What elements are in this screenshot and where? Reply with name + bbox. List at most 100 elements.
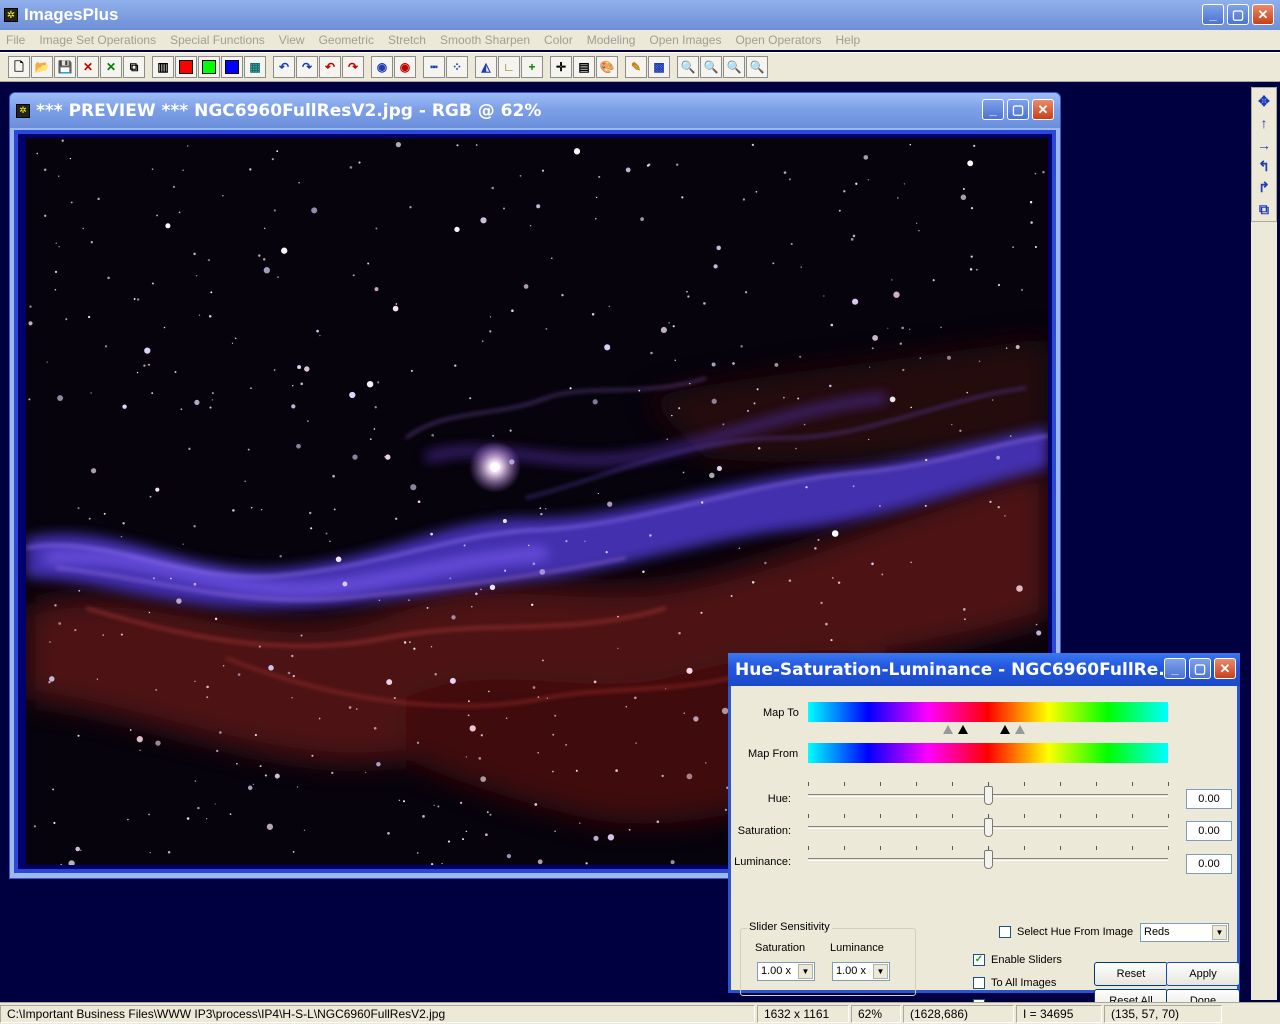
hue-range-select[interactable]: Reds ▼ [1140, 923, 1229, 942]
star [409, 206, 412, 209]
star [231, 342, 234, 344]
histogram-icon[interactable]: ◭ [475, 56, 497, 78]
maximize-icon[interactable]: ▢ [1227, 4, 1249, 25]
star [506, 853, 512, 859]
luminance-slider[interactable] [808, 846, 1169, 872]
menu-open-images[interactable]: Open Images [649, 33, 721, 47]
hue-slider[interactable] [808, 782, 1169, 808]
menu-color[interactable]: Color [544, 33, 573, 47]
close-red-icon[interactable]: ✕ [77, 56, 99, 78]
star [176, 598, 182, 604]
maximize-icon[interactable]: ▢ [1007, 99, 1029, 120]
saturation-slider[interactable] [808, 814, 1169, 840]
chevron-down-icon[interactable]: ▼ [873, 964, 888, 979]
preview-titlebar[interactable]: ✲ *** PREVIEW *** NGC6960FullResV2.jpg -… [10, 93, 1060, 128]
menu-open-operators[interactable]: Open Operators [735, 33, 821, 47]
hue-value[interactable]: 0.00 [1186, 789, 1232, 809]
new-icon[interactable]: 🗋 [8, 56, 30, 78]
close-icon[interactable]: ✕ [1032, 99, 1054, 120]
dots-icon[interactable]: ┅ [423, 56, 445, 78]
luminance-sensitivity-select[interactable]: 1.00 x ▼ [832, 962, 890, 981]
calculator-icon[interactable]: ▤ [573, 56, 595, 78]
move-icon[interactable]: ✥ [1254, 92, 1274, 112]
star [197, 806, 200, 810]
saturation-value[interactable]: 0.00 [1186, 821, 1232, 841]
minimize-icon[interactable]: _ [1202, 4, 1224, 25]
hsl-titlebar[interactable]: Hue-Saturation-Luminance - NGC6960FullRe… [728, 653, 1240, 686]
star [88, 517, 91, 520]
blue-channel-swatch [225, 60, 239, 74]
palette-icon[interactable]: 🎨 [596, 56, 618, 78]
green-channel-icon[interactable] [198, 56, 220, 78]
crosshair-icon[interactable]: ✛ [550, 56, 572, 78]
rgb-channels-icon[interactable]: ▥ [152, 56, 174, 78]
redo-icon[interactable]: ↷ [296, 56, 318, 78]
slider-thumb[interactable] [984, 818, 993, 837]
add-icon[interactable]: + [521, 56, 543, 78]
star [545, 327, 548, 330]
menu-geometric[interactable]: Geometric [319, 33, 374, 47]
rotate-right-icon[interactable]: ↱ [1254, 178, 1274, 198]
save-icon[interactable]: 💾 [54, 56, 76, 78]
mask-red-icon[interactable]: ◉ [394, 56, 416, 78]
star [640, 217, 644, 221]
close-icon[interactable]: ✕ [1252, 4, 1274, 25]
to-all-images-checkbox[interactable] [973, 977, 985, 989]
luminance-value[interactable]: 0.00 [1186, 854, 1232, 874]
open-icon[interactable]: 📂 [31, 56, 53, 78]
menu-stretch[interactable]: Stretch [388, 33, 426, 47]
menu-smooth-sharpen[interactable]: Smooth Sharpen [440, 33, 530, 47]
menu-file[interactable]: File [6, 33, 25, 47]
zoom-fit-icon[interactable]: 🔍 [723, 56, 745, 78]
star [196, 275, 198, 277]
range-marker-outer-right[interactable] [1015, 725, 1025, 734]
range-marker-outer-left[interactable] [943, 725, 953, 734]
map-to-spectrum[interactable] [808, 702, 1168, 722]
copy-icon[interactable]: ⧉ [123, 56, 145, 78]
select-hue-checkbox[interactable] [999, 926, 1011, 938]
maximize-icon[interactable]: ▢ [1189, 658, 1211, 679]
table-icon[interactable]: ▩ [648, 56, 670, 78]
undo-icon[interactable]: ↶ [273, 56, 295, 78]
zoom-actual-icon[interactable]: 🔍 [746, 56, 768, 78]
star [489, 813, 492, 816]
enable-sliders-checkbox[interactable]: ✓ [973, 954, 985, 966]
undo-all-icon[interactable]: ↶ [319, 56, 341, 78]
apply-button[interactable]: Apply [1166, 962, 1240, 986]
zoom-out-icon[interactable]: 🔍 [700, 56, 722, 78]
sensitivity-saturation-label: Saturation [755, 942, 806, 954]
blue-channel-icon[interactable] [221, 56, 243, 78]
copy-window-icon[interactable]: ⧉ [1254, 200, 1274, 220]
chevron-down-icon[interactable]: ▼ [798, 964, 813, 979]
arrow-right-icon[interactable]: → [1254, 135, 1274, 155]
menu-view[interactable]: View [279, 33, 305, 47]
menu-modeling[interactable]: Modeling [587, 33, 636, 47]
pencil-icon[interactable]: ✎ [625, 56, 647, 78]
slider-thumb[interactable] [984, 786, 993, 805]
saturation-sensitivity-select[interactable]: 1.00 x ▼ [757, 962, 815, 981]
red-channel-icon[interactable] [175, 56, 197, 78]
rotate-left-icon[interactable]: ↰ [1254, 157, 1274, 177]
points-icon[interactable]: ⁘ [446, 56, 468, 78]
star [229, 813, 232, 815]
star [216, 749, 219, 753]
close-icon[interactable]: ✕ [1214, 658, 1236, 679]
arrow-up-icon[interactable]: ↑ [1254, 114, 1274, 134]
menu-help[interactable]: Help [836, 33, 861, 47]
range-marker-inner-right[interactable] [1000, 725, 1010, 734]
menu-image-set-operations[interactable]: Image Set Operations [39, 33, 156, 47]
star [449, 577, 452, 580]
close-green-icon[interactable]: ✕ [100, 56, 122, 78]
chevron-down-icon[interactable]: ▼ [1212, 925, 1227, 940]
menu-special-functions[interactable]: Special Functions [170, 33, 265, 47]
grid-icon[interactable]: ▦ [244, 56, 266, 78]
zoom-in-icon[interactable]: 🔍 [677, 56, 699, 78]
minimize-icon[interactable]: _ [982, 99, 1004, 120]
redo-all-icon[interactable]: ↷ [342, 56, 364, 78]
mask-dark-icon[interactable]: ◉ [371, 56, 393, 78]
slider-thumb[interactable] [984, 850, 993, 869]
range-marker-inner-left[interactable] [958, 725, 968, 734]
reset-button[interactable]: Reset [1094, 962, 1168, 986]
minimize-icon[interactable]: _ [1164, 658, 1186, 679]
curve-icon[interactable]: ∟ [498, 56, 520, 78]
